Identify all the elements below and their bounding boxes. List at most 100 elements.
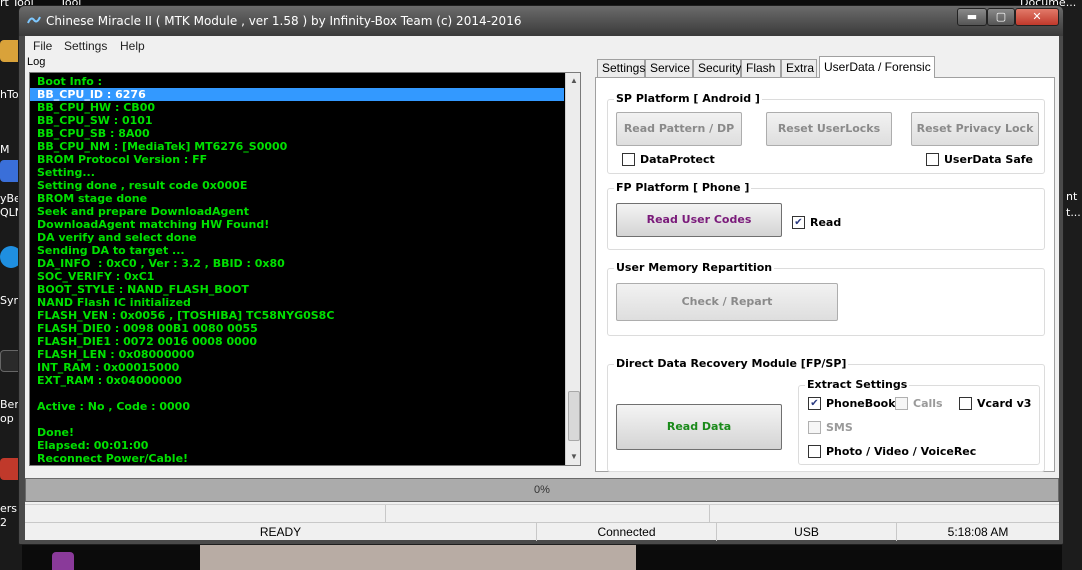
reset-userlocks-button[interactable]: Reset UserLocks bbox=[766, 112, 892, 146]
desktop-label: op bbox=[0, 412, 14, 425]
title-bar[interactable]: Chinese Miracle II ( MTK Module , ver 1.… bbox=[19, 6, 1063, 36]
scroll-thumb[interactable] bbox=[568, 391, 580, 441]
log-scrollbar[interactable]: ▲ ▼ bbox=[565, 73, 580, 465]
status-time: 5:18:08 AM bbox=[947, 525, 1009, 539]
info-row-divider bbox=[385, 505, 386, 523]
status-bar: READY Connected USB 5:18:08 AM bbox=[25, 522, 1059, 541]
info-row-divider bbox=[709, 505, 710, 523]
recovery-title: Direct Data Recovery Module [FP/SP] bbox=[614, 357, 849, 370]
log-line: Sending DA to target ... bbox=[37, 244, 185, 257]
dataprotect-label: DataProtect bbox=[640, 153, 715, 166]
sp-platform-group: SP Platform [ Android ] Read Pattern / D… bbox=[607, 92, 1045, 174]
checkbox-icon: ✔ bbox=[808, 397, 821, 410]
phonebook-label: PhoneBook bbox=[826, 397, 896, 410]
read-data-button[interactable]: Read Data bbox=[616, 404, 782, 450]
user-memory-group: User Memory Repartition Check / Repart bbox=[607, 261, 1045, 336]
log-line: FLASH_DIE1 : 0072 0016 0008 0000 bbox=[37, 335, 258, 348]
menu-help[interactable]: Help bbox=[120, 39, 145, 53]
log-line: NAND Flash IC initialized bbox=[37, 296, 191, 309]
log-line: Boot Info : bbox=[37, 75, 103, 88]
menu-file[interactable]: File bbox=[33, 39, 52, 53]
close-button[interactable]: ✕ bbox=[1015, 8, 1059, 26]
window-title: Chinese Miracle II ( MTK Module , ver 1.… bbox=[46, 14, 522, 28]
log-line: Setting done , result code 0x000E bbox=[37, 179, 248, 192]
app-window: Chinese Miracle II ( MTK Module , ver 1.… bbox=[18, 5, 1064, 545]
check-repart-button[interactable]: Check / Repart bbox=[616, 283, 838, 321]
log-line: DA verify and select done bbox=[37, 231, 197, 244]
read-pattern-button[interactable]: Read Pattern / DP bbox=[616, 112, 742, 146]
desktop-right-strip bbox=[1062, 0, 1082, 570]
progress-text: 0% bbox=[534, 484, 550, 496]
vcard-label: Vcard v3 bbox=[977, 397, 1032, 410]
desktop-label: nt bbox=[1066, 190, 1078, 203]
checkbox-icon bbox=[959, 397, 972, 410]
log-line: SOC_VERIFY : 0xC1 bbox=[37, 270, 155, 283]
log-line: Active : No , Code : 0000 bbox=[37, 400, 190, 413]
extract-settings-title: Extract Settings bbox=[805, 378, 910, 391]
log-line: FLASH_LEN : 0x08000000 bbox=[37, 348, 195, 361]
menu-settings[interactable]: Settings bbox=[64, 39, 107, 53]
desktop-label: M bbox=[0, 143, 10, 156]
recovery-group: Direct Data Recovery Module [FP/SP] Read… bbox=[607, 357, 1045, 472]
checkbox-icon bbox=[895, 397, 908, 410]
reset-privacy-lock-button[interactable]: Reset Privacy Lock bbox=[911, 112, 1039, 146]
menu-bar: File Settings Help bbox=[25, 36, 1059, 56]
sms-label: SMS bbox=[826, 421, 853, 434]
user-memory-title: User Memory Repartition bbox=[614, 261, 775, 274]
log-line: Done! bbox=[37, 426, 74, 439]
status-port: USB bbox=[717, 523, 897, 541]
log-line: BB_CPU_NM : [MediaTek] MT6276_S0000 bbox=[37, 140, 288, 153]
tab-service[interactable]: Service bbox=[645, 59, 693, 78]
read-label: Read bbox=[810, 216, 842, 229]
maximize-button[interactable]: ▢ bbox=[987, 8, 1015, 26]
read-user-codes-button[interactable]: Read User Codes bbox=[616, 203, 782, 237]
sp-platform-title: SP Platform [ Android ] bbox=[614, 92, 762, 105]
calls-label: Calls bbox=[913, 397, 943, 410]
fp-platform-title: FP Platform [ Phone ] bbox=[614, 181, 752, 194]
log-line: DA_INFO : 0xC0 , Ver : 3.2 , BBID : 0x80 bbox=[37, 257, 285, 270]
log-line: Reconnect Power/Cable! bbox=[37, 452, 189, 465]
log-line: FLASH_DIE0 : 0098 00B1 0080 0055 bbox=[37, 322, 258, 335]
userdata-forensic-panel: SP Platform [ Android ] Read Pattern / D… bbox=[595, 77, 1055, 472]
checkbox-icon: ✔ bbox=[792, 216, 805, 229]
tab-settings[interactable]: Settings bbox=[597, 59, 645, 78]
log-line: BB_CPU_SB : 8A00 bbox=[37, 127, 150, 140]
log-line: BB_CPU_SW : 0101 bbox=[37, 114, 153, 127]
desktop-label: Ber bbox=[0, 398, 19, 411]
scroll-down-icon[interactable]: ▼ bbox=[566, 449, 580, 465]
desktop-label: 2 bbox=[0, 516, 7, 529]
minimize-button[interactable]: ▬ bbox=[957, 8, 987, 26]
checkbox-icon bbox=[808, 445, 821, 458]
log-output[interactable]: Boot Info : BB_CPU_ID : 6276 BB_CPU_HW : C… bbox=[29, 72, 581, 466]
scroll-up-icon[interactable]: ▲ bbox=[566, 73, 580, 89]
desktop-archive-icon[interactable] bbox=[52, 552, 74, 570]
status-connection: Connected bbox=[537, 523, 717, 541]
tab-security[interactable]: Security bbox=[693, 59, 741, 78]
extract-settings-group: Extract Settings ✔ PhoneBook Calls Vcard… bbox=[798, 378, 1040, 465]
userdata-safe-label: UserData Safe bbox=[944, 153, 1034, 166]
infinity-logo-icon bbox=[27, 16, 41, 24]
checkbox-icon bbox=[926, 153, 939, 166]
log-line: FLASH_VEN : 0x0056 , [TOSHIBA] TC58NYG0S… bbox=[37, 309, 335, 322]
checkbox-icon bbox=[622, 153, 635, 166]
desktop-label: hTo bbox=[0, 88, 19, 101]
tab-extra[interactable]: Extra bbox=[781, 59, 817, 78]
photo-video-label: Photo / Video / VoiceRec bbox=[826, 445, 977, 458]
tab-flash[interactable]: Flash bbox=[741, 59, 781, 78]
checkbox-icon bbox=[808, 421, 821, 434]
log-lines: Boot Info : BB_CPU_ID : 6276 BB_CPU_HW : C… bbox=[30, 75, 564, 465]
log-line: Setting... bbox=[37, 166, 95, 179]
log-line: Seek and prepare DownloadAgent bbox=[37, 205, 249, 218]
log-label: Log bbox=[27, 56, 46, 68]
desktop-label: t... bbox=[1066, 206, 1081, 219]
tab-userdata-forensic[interactable]: UserData / Forensic bbox=[819, 56, 935, 78]
desktop-wallpaper-bottom bbox=[200, 544, 636, 570]
fp-platform-group: FP Platform [ Phone ] Read User Codes ✔ … bbox=[607, 181, 1045, 250]
progress-bar: 0% bbox=[25, 478, 1059, 502]
log-line: BB_CPU_ID : 6276 bbox=[30, 88, 564, 101]
log-line: DownloadAgent matching HW Found! bbox=[37, 218, 270, 231]
log-line: BROM Protocol Version : FF bbox=[37, 153, 208, 166]
window-client: File Settings Help Log Boot Info : BB_CPU… bbox=[25, 36, 1059, 541]
